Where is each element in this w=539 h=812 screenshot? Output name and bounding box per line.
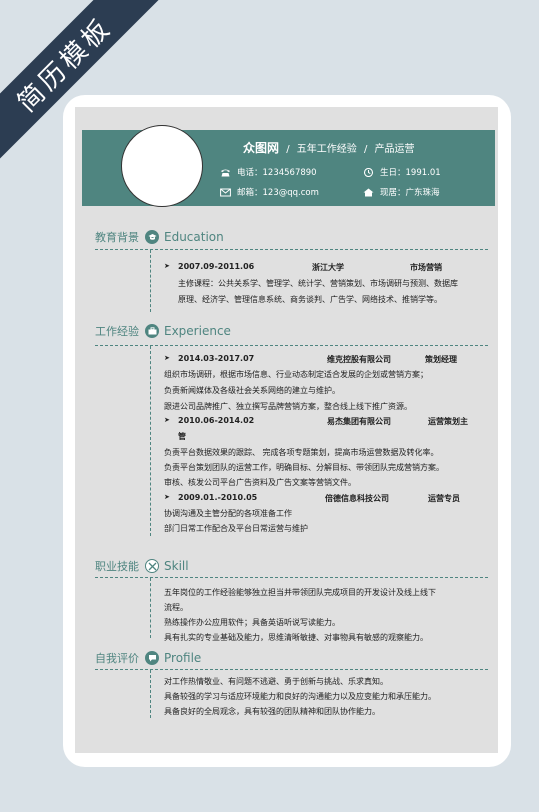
job-date: 2010.06-2014.02 xyxy=(178,416,255,425)
job-title: 策划经理 xyxy=(425,355,457,364)
job-title-wrap: 管 xyxy=(178,432,186,441)
job-duty-line: 负责新闻媒体及各级社会关系网络的建立与维护。 xyxy=(164,386,340,395)
section-experience-heading: 工作经验 Experience xyxy=(95,322,231,340)
edu-school: 浙江大学 xyxy=(312,263,344,272)
divider xyxy=(95,577,488,578)
edu-courses-line: 原理、经济学、管理信息系统、商务谈判、广告学、网络技术、推销学等。 xyxy=(178,295,442,304)
skill-line: 五年岗位的工作经验能够独立担当并带领团队完成项目的开发设计及线上线下 xyxy=(164,588,436,597)
residence-text: 现居：广东珠海 xyxy=(380,188,440,198)
birth-row: 生日：1991.01 xyxy=(363,166,441,178)
person-name: 众图网 xyxy=(243,141,280,155)
email-row: 邮箱：123@qq.com xyxy=(220,186,319,198)
clock-icon xyxy=(363,167,374,177)
section-cn-title: 教育背景 xyxy=(95,231,139,244)
job-company: 维克控股有限公司 xyxy=(327,355,391,364)
phone-icon xyxy=(221,169,230,176)
graduation-cap-icon xyxy=(145,230,159,244)
section-en-title: Profile xyxy=(164,651,202,665)
header-title: 众图网 / 五年工作经验 / 产品运营 xyxy=(243,139,415,156)
phone-row: 电话：1234567890 xyxy=(220,166,317,178)
section-en-title: Experience xyxy=(164,324,231,338)
timeline-line xyxy=(150,670,151,718)
residence-row: 现居：广东珠海 xyxy=(363,186,440,198)
section-cn-title: 工作经验 xyxy=(95,325,139,338)
edu-date: 2007.09-2011.06 xyxy=(178,262,255,271)
job-title: 运营专员 xyxy=(428,494,460,503)
separator: / xyxy=(363,144,368,155)
job-duty-line: 负责平台策划团队的运营工作，明确目标、分解目标、带领团队完成营销方案。 xyxy=(164,463,444,472)
timeline-line xyxy=(150,250,151,312)
job-duty-line: 组织市场调研，根据市场信息、行业动态制定适合发展的企划或营销方案； xyxy=(164,370,428,379)
profile-line: 具备良好的全局观念，具有较强的团队精神和团队协作能力。 xyxy=(164,707,380,716)
job-date: 2009.01.-2010.05 xyxy=(178,493,258,502)
separator: / xyxy=(286,144,290,155)
job-company: 易杰集团有限公司 xyxy=(327,417,391,426)
tools-icon xyxy=(145,559,159,573)
job-position: 产品运营 xyxy=(374,144,415,155)
bullet-arrow-icon: ➤ xyxy=(164,262,170,270)
bullet-arrow-icon: ➤ xyxy=(164,416,170,424)
job-duty-line: 跟进公司品牌推广、独立撰写品牌营销方案，整合线上线下推广资源。 xyxy=(164,402,412,411)
job-date: 2014.03-2017.07 xyxy=(178,354,255,363)
section-education-heading: 教育背景 Education xyxy=(95,228,224,246)
job-duty-line: 负责平台数据效果的跟踪、 完成各项专题策划，提高市场运营数据及转化率。 xyxy=(164,448,439,457)
skill-line: 具有扎实的专业基础及能力，思维清晰敏捷、对事物具有敏感的观察能力。 xyxy=(164,633,428,642)
phone-text: 电话：1234567890 xyxy=(237,168,317,178)
job-duty-line: 协调沟通及主管分配的各项准备工作 xyxy=(164,509,292,518)
experience-years: 五年工作经验 xyxy=(296,144,357,155)
avatar xyxy=(121,125,203,207)
edu-major: 市场营销 xyxy=(410,263,442,272)
section-skill-heading: 职业技能 Skill xyxy=(95,557,189,575)
job-company: 倍德信息科技公司 xyxy=(325,494,389,503)
home-icon xyxy=(363,188,374,196)
skill-line: 流程。 xyxy=(164,603,188,612)
section-en-title: Skill xyxy=(164,559,189,573)
job-title: 运营策划主 xyxy=(428,417,468,426)
chat-bubble-icon xyxy=(145,651,159,665)
job-duty-line: 部门日常工作配合及平台日常运营与维护 xyxy=(164,524,308,533)
profile-line: 对工作热情敬业、有问题不逃避、勇于创新与挑战、乐求真知。 xyxy=(164,677,388,686)
email-text: 邮箱：123@qq.com xyxy=(237,188,319,198)
timeline-line xyxy=(150,346,151,536)
section-cn-title: 自我评价 xyxy=(95,652,139,665)
mail-icon xyxy=(220,188,231,196)
section-en-title: Education xyxy=(164,230,224,244)
timeline-line xyxy=(150,578,151,638)
divider xyxy=(95,249,488,250)
skill-line: 熟练操作办公应用软件；具备英语听说写读能力。 xyxy=(164,618,340,627)
divider xyxy=(95,669,488,670)
job-duty-line: 审核、核发公司平台广告资料及广告文案等营销文件。 xyxy=(164,478,356,487)
edu-courses-line: 主修课程：公共关系学、管理学、统计学、营销策划、市场调研与预测、数据库 xyxy=(178,279,458,288)
profile-line: 具备较强的学习与适应环境能力和良好的沟通能力以及应变能力和承压能力。 xyxy=(164,692,436,701)
divider xyxy=(95,345,488,346)
section-profile-heading: 自我评价 Profile xyxy=(95,649,201,667)
section-cn-title: 职业技能 xyxy=(95,560,139,573)
birth-text: 生日：1991.01 xyxy=(380,168,441,178)
bullet-arrow-icon: ➤ xyxy=(164,354,170,362)
bullet-arrow-icon: ➤ xyxy=(164,493,170,501)
briefcase-icon xyxy=(145,324,159,338)
